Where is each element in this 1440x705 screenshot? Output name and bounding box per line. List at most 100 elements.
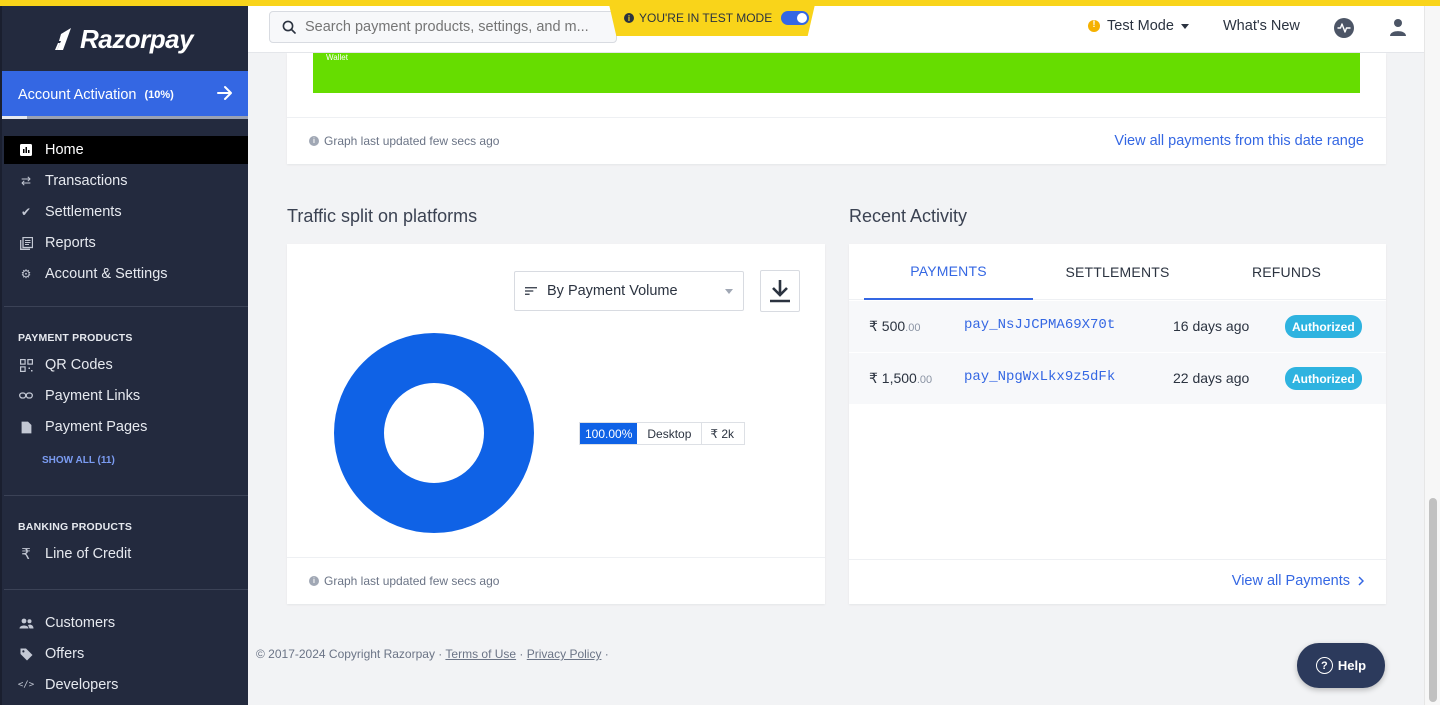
sidebar-item-account-settings[interactable]: ⚙ Account & Settings (4, 260, 248, 288)
sidebar-divider (4, 306, 248, 307)
qr-icon (18, 357, 34, 373)
sidebar-item-qr-codes[interactable]: QR Codes (4, 351, 248, 379)
sidebar-item-line-of-credit[interactable]: ₹ Line of Credit (4, 540, 248, 568)
razorpay-logo[interactable]: Razorpay (54, 22, 194, 56)
terms-of-use-link[interactable]: Terms of Use (445, 647, 516, 661)
sidebar-item-label: Account & Settings (45, 266, 168, 282)
wallet-bar[interactable]: Wallet (313, 53, 1360, 93)
page-icon (18, 419, 34, 435)
traffic-metric-dropdown[interactable]: By Payment Volume (514, 271, 744, 311)
recent-activity-card: PAYMENTS SETTLEMENTS REFUNDS ₹ 500.00 pa… (849, 244, 1386, 604)
activity-pulse-button[interactable] (1334, 18, 1354, 38)
sidebar-item-label: Line of Credit (45, 546, 132, 562)
info-icon: i (624, 13, 634, 23)
info-icon: i (309, 576, 319, 586)
graph-updated-note: i Graph last updated few secs ago (309, 134, 499, 148)
privacy-policy-link[interactable]: Privacy Policy (527, 647, 602, 661)
brand-name: Razorpay (80, 23, 194, 54)
payment-time-ago: 22 days ago (1173, 370, 1250, 386)
show-all-products-link[interactable]: SHOW ALL (11) (42, 455, 115, 466)
amount-value: 500 (881, 318, 906, 334)
mode-dropdown[interactable]: Test Mode (1088, 18, 1189, 34)
reports-icon (18, 235, 34, 251)
tab-payments[interactable]: PAYMENTS (864, 244, 1033, 300)
sidebar-item-home[interactable]: Home (4, 136, 248, 164)
footer-separator: · (516, 647, 527, 661)
wallet-bar-label: Wallet (326, 53, 348, 62)
activation-progress-bar (2, 116, 248, 119)
payment-amount: ₹ 500.00 (869, 318, 920, 335)
traffic-card-footer: i Graph last updated few secs ago (287, 557, 825, 604)
page-scrollbar[interactable] (1424, 0, 1440, 705)
search-icon (282, 20, 296, 34)
currency-symbol: ₹ (869, 370, 882, 386)
link-icon (18, 388, 34, 404)
payment-products-heading: PAYMENT PRODUCTS (18, 332, 133, 344)
sidebar-item-label: Customers (45, 615, 116, 631)
check-icon: ✔ (20, 205, 32, 219)
test-mode-toggle[interactable] (781, 11, 810, 25)
sidebar-item-offers[interactable]: Offers (4, 640, 248, 668)
razorpay-logo-icon (55, 28, 71, 50)
view-payments-date-range-link[interactable]: View all payments from this date range (1114, 133, 1364, 149)
account-activation-button[interactable]: Account Activation (10%) (2, 71, 248, 118)
sidebar-item-payment-links[interactable]: Payment Links (4, 382, 248, 410)
sidebar-item-customers[interactable]: Customers (4, 609, 248, 637)
payment-amount: ₹ 1,500.00 (869, 370, 932, 387)
legend-amount: ₹ 2k (710, 426, 735, 441)
pulse-icon (1337, 23, 1351, 33)
account-activation-label: Account Activation (18, 86, 137, 103)
legend-percent: 100.00% (580, 423, 638, 444)
donut-slice-desktop[interactable] (334, 333, 534, 533)
sidebar-item-transactions[interactable]: ⇄ Transactions (4, 167, 248, 195)
scrollbar-thumb[interactable] (1429, 498, 1437, 702)
users-icon (18, 615, 34, 631)
sidebar-item-reports[interactable]: Reports (4, 229, 248, 257)
payments-card-footer: i Graph last updated few secs ago View a… (287, 117, 1386, 164)
tab-settlements[interactable]: SETTLEMENTS (1033, 244, 1202, 300)
test-mode-banner-text: YOU'RE IN TEST MODE (639, 11, 773, 25)
whats-new-link[interactable]: What's New (1223, 18, 1300, 34)
copyright-text: © 2017-2024 Copyright Razorpay · (256, 647, 446, 661)
sidebar-item-settlements[interactable]: ✔ Settlements (4, 198, 248, 226)
sidebar-item-label: Settlements (45, 204, 122, 220)
sidebar-item-label: Developers (45, 677, 119, 693)
recent-activity-footer: View all Payments (849, 559, 1386, 604)
chevron-down-icon (725, 289, 733, 294)
sidebar-divider (4, 495, 248, 496)
sort-lines-icon (525, 287, 537, 295)
currency-symbol: ₹ (869, 318, 882, 334)
sidebar-item-developers[interactable]: </> Developers (4, 671, 248, 699)
activation-progress-fill (2, 116, 27, 119)
chart-icon (18, 142, 34, 158)
payment-id-link[interactable]: pay_NpgWxLkx9z5dFk (964, 369, 1115, 385)
info-icon: i (309, 136, 319, 146)
chevron-right-icon (1358, 576, 1364, 586)
sidebar-item-label: QR Codes (45, 357, 113, 373)
user-profile-button[interactable] (1388, 17, 1408, 42)
help-button[interactable]: ? Help (1297, 643, 1385, 688)
search-box[interactable] (269, 11, 617, 43)
tab-refunds[interactable]: REFUNDS (1202, 244, 1371, 300)
amount-paise: .00 (916, 374, 933, 386)
view-all-payments-label: View all Payments (1231, 573, 1350, 589)
payment-row[interactable]: ₹ 500.00 pay_NsJJCPMA69X70t 16 days ago … (849, 301, 1386, 353)
view-all-payments-link[interactable]: View all Payments (1232, 573, 1364, 589)
question-icon: ? (1315, 657, 1333, 674)
sidebar: Razorpay Account Activation (10%) Home ⇄… (0, 0, 248, 705)
download-button[interactable] (760, 270, 800, 312)
payment-row[interactable]: ₹ 1,500.00 pay_NpgWxLkx9z5dFk 22 days ag… (849, 353, 1386, 405)
traffic-metric-value: By Payment Volume (547, 283, 678, 299)
arrow-right-icon (217, 86, 232, 100)
traffic-split-title: Traffic split on platforms (287, 206, 478, 226)
amount-paise: .00 (905, 322, 921, 334)
recent-activity-tabs: PAYMENTS SETTLEMENTS REFUNDS (849, 244, 1386, 300)
payment-id-link[interactable]: pay_NsJJCPMA69X70t (964, 317, 1115, 333)
chevron-down-icon (1180, 23, 1189, 29)
sidebar-item-payment-pages[interactable]: Payment Pages (4, 413, 248, 441)
code-icon: </> (17, 680, 35, 690)
test-mode-strip (0, 0, 1440, 6)
mode-label: Test Mode (1107, 18, 1174, 34)
search-input[interactable] (305, 19, 605, 35)
banking-products-heading: BANKING PRODUCTS (18, 521, 133, 533)
